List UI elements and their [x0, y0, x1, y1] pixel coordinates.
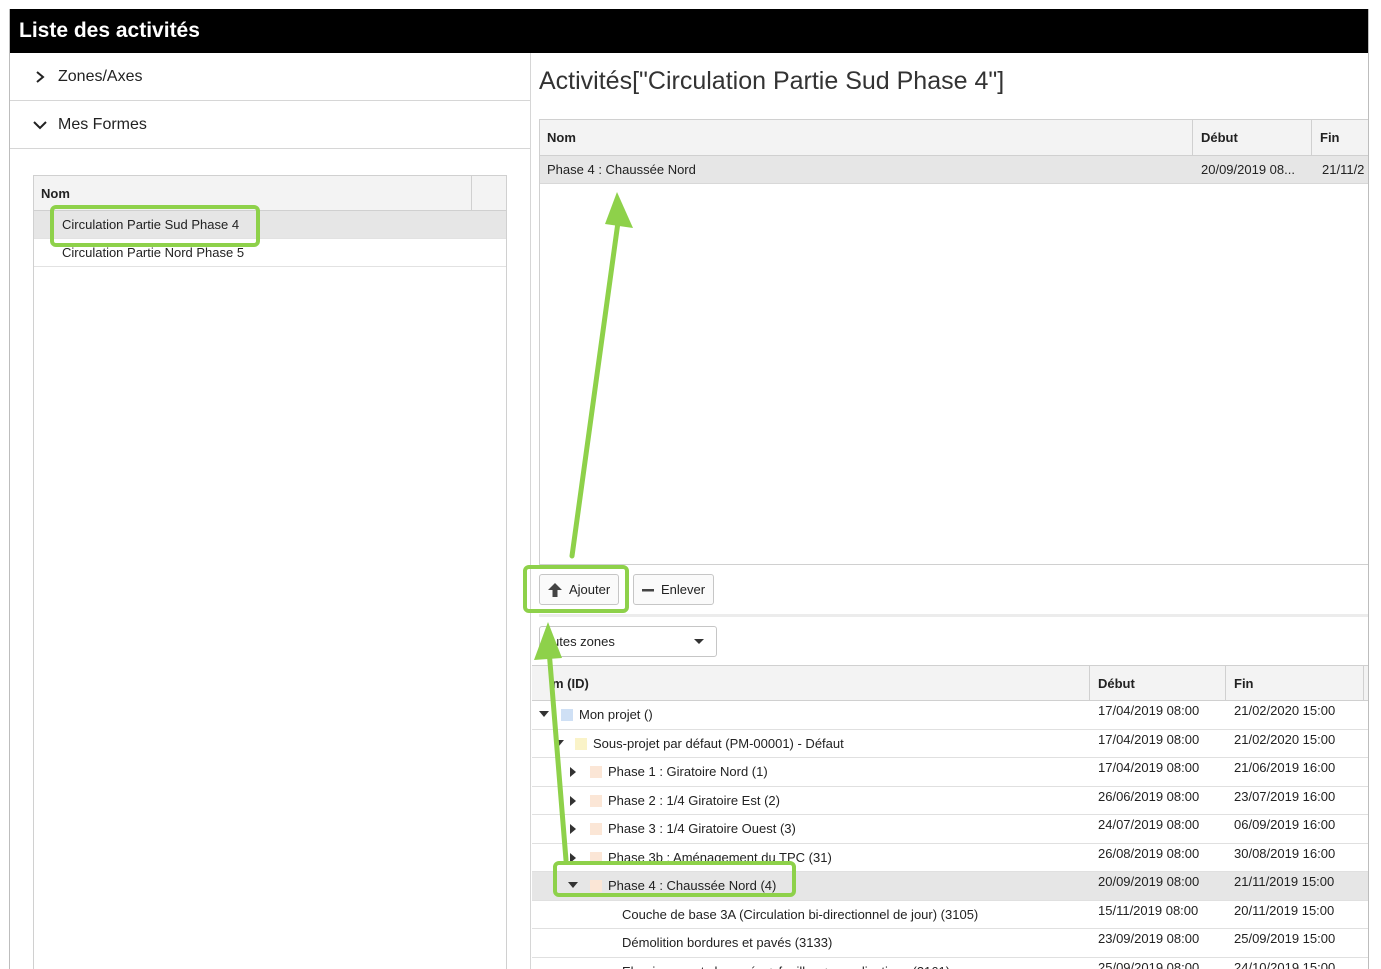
- column-separator: [471, 176, 472, 211]
- chevron-down-icon: [32, 117, 48, 133]
- minus-icon: [642, 584, 654, 596]
- color-swatch: [590, 794, 602, 807]
- tree-row-label: Phase 3 : 1/4 Giratoire Ouest (3): [608, 821, 796, 836]
- accordion-label: Zones/Axes: [58, 67, 143, 85]
- column-header-debut[interactable]: Début: [1201, 120, 1238, 156]
- chevron-right-icon: [32, 69, 48, 85]
- tree-row-label: Elargissement chaussée + fouilles + cana…: [622, 958, 950, 969]
- expand-toggle-icon[interactable]: [570, 824, 576, 834]
- activity-name: Phase 4 : Chaussée Nord: [547, 162, 696, 177]
- tree-row-start: 15/11/2019 08:00: [1098, 902, 1199, 918]
- tree-row-start: 26/08/2019 08:00: [1098, 845, 1200, 861]
- activities-title: Activités["Circulation Partie Sud Phase …: [539, 67, 1005, 95]
- tree-row-end: 21/11/2019 15:00: [1234, 874, 1335, 889]
- shapes-table: Nom Circulation Partie Sud Phase 4 Circu…: [33, 175, 507, 969]
- tree-row-end: 20/11/2019 15:00: [1234, 902, 1335, 918]
- activities-header: Nom Début Fin: [540, 120, 1368, 156]
- accordion-zones-axes[interactable]: Zones/Axes: [10, 53, 530, 101]
- expand-toggle-icon[interactable]: [539, 711, 549, 717]
- shape-row[interactable]: Circulation Partie Sud Phase 4: [34, 211, 506, 239]
- tree-row-label: Démolition bordures et pavés (3133): [622, 935, 833, 950]
- column-header-nom-id[interactable]: m (ID): [552, 666, 589, 701]
- shapes-header[interactable]: Nom: [34, 176, 506, 211]
- tree-row-end: 30/08/2019 16:00: [1234, 845, 1336, 861]
- accordion-mes-formes[interactable]: Mes Formes: [10, 101, 530, 149]
- left-panel: Zones/Axes Mes Formes Nom Circulation Pa…: [10, 53, 531, 969]
- shape-row[interactable]: Circulation Partie Nord Phase 5: [34, 239, 506, 267]
- column-separator: [1089, 666, 1090, 701]
- window-title: Liste des activités: [10, 9, 1368, 53]
- activity-start: 20/09/2019 08...: [1201, 162, 1295, 177]
- window: Liste des activités Zones/Axes Mes Forme…: [9, 9, 1369, 969]
- column-header-fin[interactable]: Fin: [1320, 120, 1340, 156]
- color-swatch: [561, 709, 573, 721]
- tree-row-start: 23/09/2019 08:00: [1098, 931, 1200, 946]
- expand-toggle-icon[interactable]: [570, 795, 576, 806]
- tree-row-label: Mon projet (): [579, 707, 653, 722]
- expand-toggle-icon[interactable]: [554, 739, 564, 746]
- tree-row-start: 17/04/2019 08:00: [1098, 703, 1200, 718]
- add-button-label: Ajouter: [569, 582, 611, 597]
- zone-filter-value: utes zones: [552, 634, 615, 649]
- column-separator: [1311, 120, 1312, 156]
- tree-row-label: Phase 2 : 1/4 Giratoire Est (2): [608, 792, 780, 808]
- tree-row-start: 20/09/2019 08:00: [1098, 874, 1200, 889]
- tree-row-start: 25/09/2019 08:00: [1098, 959, 1200, 969]
- tree-row-end: 23/07/2019 16:00: [1234, 788, 1336, 804]
- tree-row-label: Phase 1 : Giratoire Nord (1): [608, 764, 768, 779]
- tree-row-end: 24/10/2019 15:00: [1234, 959, 1336, 969]
- expand-toggle-icon[interactable]: [570, 767, 576, 777]
- color-swatch: [590, 766, 602, 778]
- chevron-down-icon: [694, 639, 704, 644]
- column-header-nom[interactable]: Nom: [41, 186, 70, 201]
- tree-row-end: 25/09/2019 15:00: [1234, 931, 1336, 946]
- color-swatch: [590, 823, 602, 835]
- remove-button[interactable]: Enlever: [633, 574, 715, 605]
- tree-row-end: 21/02/2020 15:00: [1234, 731, 1336, 747]
- activity-row[interactable]: Phase 4 : Chaussée Nord 20/09/2019 08...…: [540, 156, 1368, 184]
- tree-row-start: 24/07/2019 08:00: [1098, 817, 1200, 832]
- column-header-nom[interactable]: Nom: [547, 120, 576, 156]
- right-panel: Activités["Circulation Partie Sud Phase …: [532, 53, 1368, 969]
- column-header-debut[interactable]: Début: [1098, 666, 1135, 701]
- tree-row-end: 21/06/2019 16:00: [1234, 760, 1336, 775]
- column-separator: [1225, 666, 1226, 701]
- tree-row-end: 06/09/2019 16:00: [1234, 817, 1336, 832]
- tree-row-label: Phase 4 : Chaussée Nord (4): [608, 878, 777, 893]
- tree-row-start: 17/04/2019 08:00: [1098, 760, 1200, 775]
- color-swatch: [590, 851, 602, 864]
- tree-row-start: 26/06/2019 08:00: [1098, 788, 1200, 804]
- accordion-label: Mes Formes: [58, 115, 147, 133]
- column-separator: [1363, 666, 1364, 701]
- tree-row-label: Sous-projet par défaut (PM-00001) - Défa…: [593, 735, 844, 751]
- tree-header: m (ID) Début Fin: [532, 666, 1368, 701]
- add-button[interactable]: Ajouter: [539, 574, 620, 605]
- tree-row-label: Phase 3b : Aménagement du TPC (31): [608, 849, 832, 865]
- activity-end: 21/11/2: [1322, 162, 1365, 177]
- color-swatch: [575, 737, 587, 750]
- expand-toggle-icon[interactable]: [570, 852, 576, 863]
- arrow-up-icon: [548, 582, 562, 597]
- shape-label: Circulation Partie Sud Phase 4: [62, 217, 240, 232]
- tree-row[interactable]: Elargissement chaussée + fouilles + cana…: [532, 958, 1368, 969]
- remove-button-label: Enlever: [661, 582, 706, 597]
- splitter[interactable]: [539, 614, 1368, 617]
- color-swatch: [590, 880, 602, 892]
- tree-row-start: 17/04/2019 08:00: [1098, 731, 1200, 747]
- activities-table: Nom Début Fin Phase 4 : Chaussée Nord 20…: [539, 119, 1368, 565]
- activity-tree: m (ID) Début Fin Mon projet () 17/04/201…: [532, 665, 1368, 969]
- zone-filter-select[interactable]: utes zones: [539, 626, 717, 657]
- column-header-fin[interactable]: Fin: [1234, 666, 1254, 701]
- column-separator: [1192, 120, 1193, 156]
- tree-row-end: 21/02/2020 15:00: [1234, 703, 1336, 718]
- shape-label: Circulation Partie Nord Phase 5: [62, 245, 245, 260]
- expand-toggle-icon[interactable]: [568, 882, 578, 888]
- tree-row-label: Couche de base 3A (Circulation bi-direct…: [622, 906, 979, 922]
